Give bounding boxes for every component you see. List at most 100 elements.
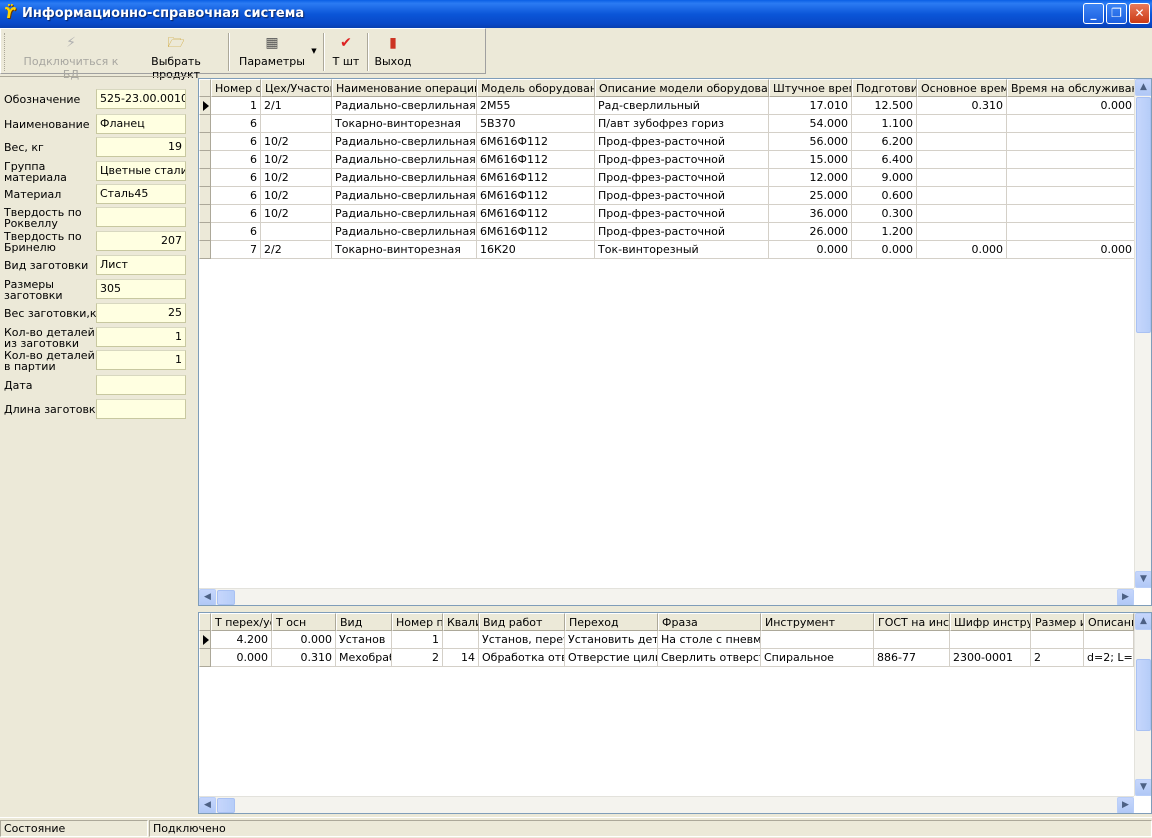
connect-db-button[interactable]: ⚡ Подключиться к БД <box>15 35 127 81</box>
operations-hscroll[interactable]: ◀ ▶ <box>199 588 1134 605</box>
table-cell[interactable]: Прод-фрез-расточной <box>595 205 769 223</box>
product-field-input[interactable]: Лист <box>96 255 186 275</box>
column-header[interactable]: Номер пер <box>392 613 443 631</box>
column-header[interactable]: Штучное время <box>769 79 852 97</box>
column-header[interactable]: Т осн <box>272 613 336 631</box>
transitions-vscroll[interactable]: ▲ ▼ <box>1134 613 1151 796</box>
table-cell[interactable]: 2М55 <box>477 97 595 115</box>
scroll-left-icon[interactable]: ◀ <box>199 797 216 813</box>
table-cell[interactable] <box>1007 115 1136 133</box>
close-button[interactable]: ✕ <box>1129 3 1150 24</box>
column-header[interactable]: ГОСТ на инстр <box>874 613 950 631</box>
row-indicator[interactable] <box>199 187 211 205</box>
row-indicator[interactable] <box>199 115 211 133</box>
column-header[interactable]: Наименование операции <box>332 79 477 97</box>
table-cell[interactable]: 6.400 <box>852 151 917 169</box>
table-cell[interactable]: 6 <box>211 223 261 241</box>
table-cell[interactable]: Радиально-сверлильная <box>332 205 477 223</box>
table-cell[interactable]: Обработка отвер <box>479 649 565 667</box>
select-product-button[interactable]: 🗁 Выбрать продукт <box>129 35 223 81</box>
table-cell[interactable]: 1 <box>211 97 261 115</box>
table-cell[interactable] <box>917 169 1007 187</box>
row-indicator[interactable] <box>199 631 211 649</box>
table-cell[interactable]: 6М616Ф112 <box>477 133 595 151</box>
column-header[interactable]: Переход <box>565 613 658 631</box>
product-field-input[interactable] <box>96 399 186 419</box>
table-cell[interactable]: Радиально-сверлильная <box>332 97 477 115</box>
table-cell[interactable] <box>917 187 1007 205</box>
table-cell[interactable]: Прод-фрез-расточной <box>595 187 769 205</box>
column-header[interactable]: Модель оборудования <box>477 79 595 97</box>
scroll-down-icon[interactable]: ▼ <box>1135 571 1151 588</box>
table-cell[interactable] <box>1007 223 1136 241</box>
product-field-input[interactable]: 207 <box>96 231 186 251</box>
minimize-button[interactable]: _ <box>1083 3 1104 24</box>
table-cell[interactable]: 2/1 <box>261 97 332 115</box>
table-cell[interactable]: 12.500 <box>852 97 917 115</box>
table-cell[interactable]: 0.000 <box>917 241 1007 259</box>
operations-vscroll-thumb[interactable] <box>1136 97 1151 333</box>
table-cell[interactable]: 9.000 <box>852 169 917 187</box>
column-header[interactable]: Номер опе <box>211 79 261 97</box>
table-cell[interactable]: 0.300 <box>852 205 917 223</box>
title-bar[interactable]: ϔ Информационно-справочная система _ ❐ ✕ <box>0 0 1152 28</box>
table-cell[interactable]: 6 <box>211 151 261 169</box>
table-cell[interactable]: 0.000 <box>211 649 272 667</box>
table-cell[interactable]: 0.310 <box>272 649 336 667</box>
table-cell[interactable] <box>1007 187 1136 205</box>
table-cell[interactable]: 54.000 <box>769 115 852 133</box>
table-cell[interactable] <box>917 223 1007 241</box>
column-header[interactable]: Время на обслуживание <box>1007 79 1136 97</box>
table-cell[interactable]: На столе с пневмат <box>658 631 761 649</box>
table-cell[interactable]: Установ <box>336 631 392 649</box>
column-header[interactable]: Фраза <box>658 613 761 631</box>
table-cell[interactable]: Прод-фрез-расточной <box>595 169 769 187</box>
table-cell[interactable] <box>1007 205 1136 223</box>
table-cell[interactable]: 6 <box>211 187 261 205</box>
table-cell[interactable]: 0.600 <box>852 187 917 205</box>
product-field-input[interactable]: Сталь45 <box>96 184 186 204</box>
table-cell[interactable]: 6 <box>211 169 261 187</box>
table-cell[interactable]: 10/2 <box>261 169 332 187</box>
table-cell[interactable]: Рад-сверлильный <box>595 97 769 115</box>
table-cell[interactable]: 0.000 <box>769 241 852 259</box>
table-cell[interactable]: 10/2 <box>261 205 332 223</box>
table-cell[interactable]: 16К20 <box>477 241 595 259</box>
table-cell[interactable]: 2 <box>392 649 443 667</box>
table-cell[interactable] <box>1007 169 1136 187</box>
table-cell[interactable]: Радиально-сверлильная <box>332 223 477 241</box>
table-cell[interactable]: 0.310 <box>917 97 1007 115</box>
table-cell[interactable]: Установить детал <box>565 631 658 649</box>
column-header[interactable]: Вид работ <box>479 613 565 631</box>
table-cell[interactable]: 886-77 <box>874 649 950 667</box>
table-cell[interactable]: 36.000 <box>769 205 852 223</box>
table-cell[interactable]: 6М616Ф112 <box>477 223 595 241</box>
scroll-down-icon[interactable]: ▼ <box>1135 779 1151 796</box>
column-header[interactable]: Описание <box>1084 613 1134 631</box>
scroll-right-icon[interactable]: ▶ <box>1117 589 1134 605</box>
table-cell[interactable]: Токарно-винторезная <box>332 115 477 133</box>
table-cell[interactable]: 25.000 <box>769 187 852 205</box>
table-cell[interactable]: 2/2 <box>261 241 332 259</box>
table-cell[interactable]: 56.000 <box>769 133 852 151</box>
table-cell[interactable]: 0.000 <box>852 241 917 259</box>
table-cell[interactable]: 6 <box>211 115 261 133</box>
product-field-input[interactable]: 525-23.00.0010 <box>96 89 186 109</box>
column-header[interactable]: Подготовит <box>852 79 917 97</box>
table-cell[interactable] <box>917 151 1007 169</box>
table-cell[interactable]: Сверлить отверсти <box>658 649 761 667</box>
table-cell[interactable]: Прод-фрез-расточной <box>595 133 769 151</box>
row-indicator[interactable] <box>199 169 211 187</box>
product-field-input[interactable]: Фланец <box>96 114 186 134</box>
table-cell[interactable]: 6М616Ф112 <box>477 151 595 169</box>
table-cell[interactable] <box>261 223 332 241</box>
column-header[interactable]: Описание модели оборудования <box>595 79 769 97</box>
operations-vscroll[interactable]: ▲ ▼ <box>1134 79 1151 588</box>
table-cell[interactable]: 10/2 <box>261 187 332 205</box>
operations-grid[interactable]: Номер опеЦех/УчастокНаименование операци… <box>198 78 1152 606</box>
table-cell[interactable] <box>1007 133 1136 151</box>
table-cell[interactable]: 10/2 <box>261 151 332 169</box>
table-cell[interactable] <box>917 205 1007 223</box>
table-cell[interactable]: 1.100 <box>852 115 917 133</box>
table-cell[interactable]: Токарно-винторезная <box>332 241 477 259</box>
